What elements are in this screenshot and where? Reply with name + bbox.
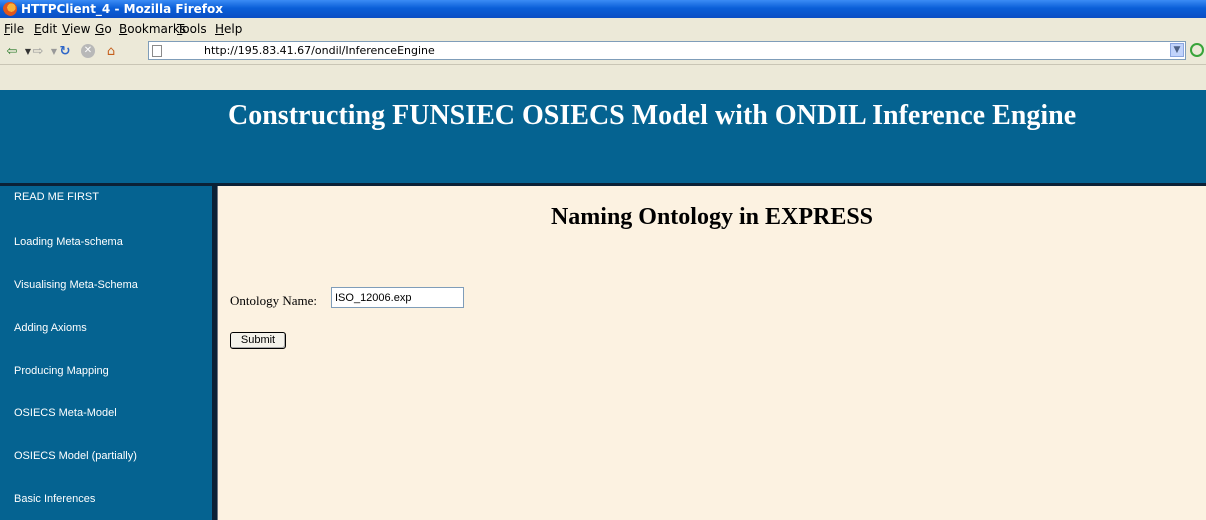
menu-bar: File Edit View Go Bookmarks Tools Help <box>0 19 1206 39</box>
address-bar[interactable]: http://195.83.41.67/ondil/InferenceEngin… <box>148 41 1186 60</box>
address-text[interactable]: http://195.83.41.67/ondil/InferenceEngin… <box>204 42 435 59</box>
menu-view[interactable]: View <box>62 19 90 39</box>
window-title-bar: HTTPClient_4 - Mozilla Firefox <box>0 0 1206 18</box>
sidebar-item-producing-mapping[interactable]: Producing Mapping <box>14 365 109 377</box>
ontology-name-input[interactable] <box>331 287 464 308</box>
ontology-name-label: Ontology Name: <box>230 293 318 308</box>
page-title: Constructing FUNSIEC OSIECS Model with O… <box>228 100 1077 131</box>
firefox-icon <box>3 2 17 16</box>
page-icon <box>152 45 162 57</box>
section-heading: Naming Ontology in EXPRESS <box>550 204 874 230</box>
submit-button[interactable]: Submit <box>230 332 286 349</box>
url-dropdown-icon[interactable]: ▼ <box>1170 43 1184 57</box>
navigation-toolbar: ⇦ ▼ ⇨ ▼ ↻ ✕ ⌂ http://195.83.41.67/ondil/… <box>0 40 1206 65</box>
main-content: Naming Ontology in EXPRESS Ontology Name… <box>218 186 1206 520</box>
sidebar-item-basic-inferences[interactable]: Basic Inferences <box>14 493 95 505</box>
stop-icon[interactable]: ✕ <box>81 44 95 58</box>
menu-edit[interactable]: Edit <box>34 19 57 39</box>
back-icon[interactable]: ⇦ <box>4 45 20 59</box>
menu-file[interactable]: File <box>4 19 24 39</box>
sidebar-item-read-me-first[interactable]: READ ME FIRST <box>14 191 99 203</box>
sidebar-item-loading-meta-schema[interactable]: Loading Meta-schema <box>14 236 123 248</box>
sidebar-item-osiecs-model[interactable]: OSIECS Model (partially) <box>14 450 137 462</box>
go-icon[interactable] <box>1190 43 1204 57</box>
forward-icon[interactable]: ⇨ <box>30 45 46 59</box>
sidebar-item-adding-axioms[interactable]: Adding Axioms <box>14 322 87 334</box>
menu-tools[interactable]: Tools <box>177 19 207 39</box>
sidebar-item-osiecs-meta-model[interactable]: OSIECS Meta-Model <box>14 407 117 419</box>
page-header: Constructing FUNSIEC OSIECS Model with O… <box>0 90 1206 186</box>
page-viewport: Constructing FUNSIEC OSIECS Model with O… <box>0 90 1206 520</box>
window-title: HTTPClient_4 - Mozilla Firefox <box>21 2 223 16</box>
sidebar-item-visualising-meta-schema[interactable]: Visualising Meta-Schema <box>14 279 138 291</box>
reload-icon[interactable]: ↻ <box>57 45 73 59</box>
menu-go[interactable]: Go <box>95 19 112 39</box>
sidebar: READ ME FIRST Loading Meta-schema Visual… <box>0 186 212 520</box>
menu-help[interactable]: Help <box>215 19 242 39</box>
menu-bookmarks[interactable]: Bookmarks <box>119 19 186 39</box>
home-icon[interactable]: ⌂ <box>103 45 119 59</box>
